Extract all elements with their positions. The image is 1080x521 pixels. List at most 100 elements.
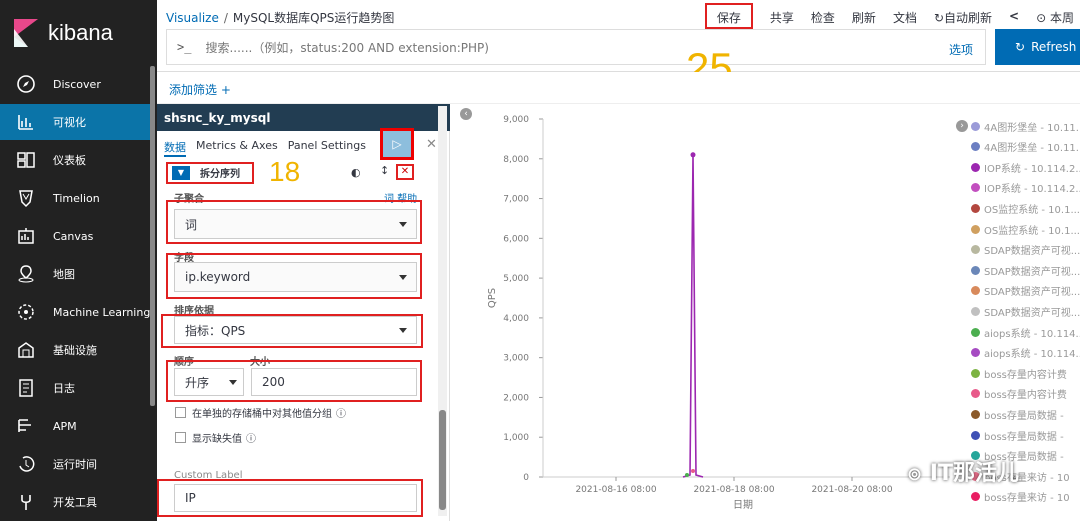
legend-swatch [971,121,980,131]
sub-agg-select[interactable]: 词 [174,209,417,239]
tab-data[interactable]: 数据 [164,139,186,157]
field-select[interactable]: ip.keyword [174,262,417,292]
data-point [685,473,689,477]
legend-toggle-icon[interactable]: › [956,120,968,132]
legend-item[interactable]: SDAP数据资产可视... [971,261,1080,279]
clock-icon: ⊙ [1036,11,1047,25]
search-placeholder: 搜索......（例如，status:200 AND extension:PHP… [205,40,489,55]
visualize-icon [18,115,33,130]
drag-handle-icon[interactable]: ↕ [380,164,389,177]
save-button[interactable]: 保存 [704,3,753,29]
legend-label: boss存量局数据 - [984,410,1064,422]
tab-metrics-axes[interactable]: Metrics & Axes [196,139,278,157]
docs-button[interactable]: 文档 [893,9,917,29]
options-link[interactable]: 选项 [949,41,973,58]
sidebar-item-仪表板[interactable]: 仪表板 [0,142,152,178]
discard-icon[interactable]: ✕ [426,137,437,152]
group-other-checkbox[interactable]: 在单独的存储桶中对其他值分组 ⓘ [175,405,346,420]
legend-swatch [971,162,980,172]
share-button[interactable]: 共享 [770,9,794,29]
checkbox-box [175,407,186,418]
sidebar-item-discover[interactable]: Discover [0,66,152,102]
sidebar-item-可视化[interactable]: 可视化 [0,104,152,140]
legend-swatch [971,368,980,378]
search-input[interactable]: >_ 搜索......（例如，status:200 AND extension:… [166,29,986,65]
auto-refresh-button[interactable]: ↻自动刷新 [934,9,992,29]
time-picker-button[interactable]: ⊙ 本周 [1036,9,1074,29]
sidebar-item-machine-learning[interactable]: Machine Learning [0,294,152,330]
legend-item[interactable]: OS监控系统 - 10.1... [971,199,1080,217]
y-tick-label: 5,000 [503,274,529,284]
legend-item[interactable]: aiops系统 - 10.114... [971,344,1080,362]
legend-swatch [971,389,980,399]
toggle-disable-icon[interactable]: ◐ [351,166,361,179]
sidebar-item-label: 可视化 [53,116,86,129]
index-pattern-title: shsnc_ky_mysql [157,104,450,131]
legend-item[interactable]: OS监控系统 - 10.1... [971,220,1080,238]
kibana-logo[interactable]: kibana [0,0,157,66]
x-tick-label: 2021-08-20 08:00 [811,485,892,495]
chevron-down-icon [399,275,407,280]
custom-label-input[interactable]: IP [174,484,417,512]
logs-icon [19,379,33,397]
sidebar-item-label: Canvas [53,229,94,243]
sidebar-item-label: 运行时间 [53,458,97,471]
legend-label: OS监控系统 - 10.1... [984,225,1080,237]
refresh-button[interactable]: ↻ Refresh [995,29,1080,65]
apply-changes-button[interactable]: ▷ [380,128,414,160]
legend-item[interactable]: 4A图形堡垒 - 10.11... [971,138,1080,156]
refresh-menu-button[interactable]: 刷新 [852,9,876,29]
order-select[interactable]: 升序 [174,368,244,396]
y-tick-label: 6,000 [503,234,529,244]
refresh-icon: ↻ [1015,40,1026,54]
sidebar-item-开发工具[interactable]: 开发工具 [0,484,152,520]
legend-label: SDAP数据资产可视... [984,266,1080,278]
sidebar-item-apm[interactable]: APM [0,408,152,444]
legend-label: OS监控系统 - 10.1... [984,204,1080,216]
legend-item[interactable]: boss存量局数据 - [971,426,1064,444]
x-tick-label: 2021-08-18 08:00 [693,485,774,495]
legend-item[interactable]: 4A图形堡垒 - 10.11... [971,117,1080,135]
legend-item[interactable]: SDAP数据资产可视... [971,282,1080,300]
legend-item[interactable]: SDAP数据资产可视... [971,241,1080,259]
order-by-select[interactable]: 指标：QPS [174,316,417,344]
sidebar-scrollbar[interactable] [150,66,155,406]
watermark: ⊚ IT那活儿 [907,461,1019,486]
top-menu: 保存 共享 检查 刷新 文档 ↻自动刷新 < ⊙ 本周 [688,3,1080,29]
legend-item[interactable]: boss存量内容计费 [971,385,1067,403]
tab-panel-settings[interactable]: Panel Settings [288,139,366,157]
legend-item[interactable]: IOP系统 - 10.114.2... [971,179,1080,197]
legend-item[interactable]: IOP系统 - 10.114.2... [971,158,1080,176]
collapse-panel-icon[interactable]: ‹ [460,108,472,120]
size-input[interactable]: 200 [251,368,417,396]
sidebar-item-基础设施[interactable]: 基础设施 [0,332,152,368]
legend-item[interactable]: aiops系统 - 10.114... [971,323,1080,341]
legend-item[interactable]: boss存量局数据 - [971,405,1064,423]
data-point [691,469,695,473]
legend-item[interactable]: SDAP数据资产可视... [971,302,1080,320]
infrastructure-icon [18,342,34,358]
sidebar-item-canvas[interactable]: Canvas [0,218,152,254]
collapse-icon[interactable]: ▼ [172,165,190,180]
breadcrumb-visualize-link[interactable]: Visualize [166,11,219,25]
remove-agg-icon[interactable]: ✕ [396,164,414,180]
sidebar-item-label: Discover [53,77,101,91]
editor-scroll-thumb[interactable] [439,410,446,510]
legend-item[interactable]: boss存量来访 - 10 [971,488,1070,506]
sidebar-item-label: 开发工具 [53,496,97,509]
apm-icon [18,419,31,432]
sidebar-item-地图[interactable]: 地图 [0,256,152,292]
add-filter-link[interactable]: 添加筛选 + [169,81,231,98]
editor-scrollbar[interactable] [438,106,447,516]
chevron-left-icon[interactable]: < [1009,9,1019,29]
show-missing-checkbox[interactable]: 显示缺失值 ⓘ [175,430,256,445]
split-series-toggle[interactable]: ▼ 拆分序列 [172,165,240,180]
sidebar-item-运行时间[interactable]: 运行时间 [0,446,152,482]
sidebar-item-timelion[interactable]: Timelion [0,180,152,216]
legend-label: SDAP数据资产可视... [984,246,1080,258]
legend-swatch [971,142,980,152]
uptime-icon [19,456,35,472]
sidebar-item-日志[interactable]: 日志 [0,370,152,406]
inspect-button[interactable]: 检查 [811,9,835,29]
legend-item[interactable]: boss存量内容计费 [971,364,1067,382]
